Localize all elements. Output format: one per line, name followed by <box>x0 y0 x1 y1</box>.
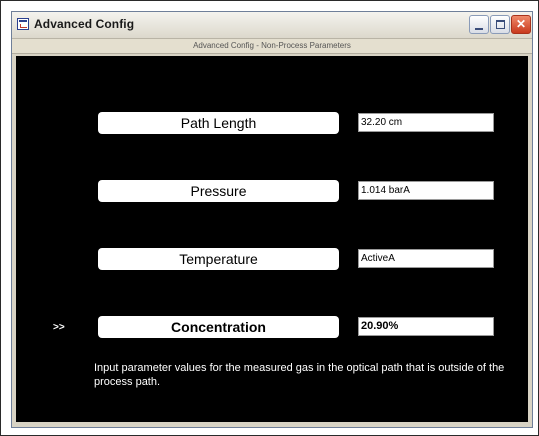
close-icon: ✕ <box>515 17 527 31</box>
title-bar[interactable]: Advanced Config ✕ <box>12 12 532 39</box>
pressure-field[interactable]: 1.014 barA <box>358 181 494 200</box>
concentration-button[interactable]: Concentration <box>98 316 339 338</box>
help-text: Input parameter values for the measured … <box>94 362 505 388</box>
section-header: Advanced Config - Non-Process Parameters <box>12 39 532 54</box>
close-button[interactable]: ✕ <box>511 15 531 34</box>
app-icon <box>17 18 29 30</box>
concentration-field[interactable]: 20.90% <box>358 317 494 336</box>
maximize-icon <box>496 20 505 29</box>
temperature-button[interactable]: Temperature <box>98 248 339 270</box>
parameters-panel: Path Length 32.20 cm Pressure 1.014 barA… <box>16 56 528 422</box>
advanced-config-window: Advanced Config ✕ Advanced Config - Non-… <box>11 11 533 428</box>
minimize-button[interactable] <box>469 15 489 34</box>
temperature-field[interactable]: ActiveA <box>358 249 494 268</box>
screenshot-frame: Advanced Config ✕ Advanced Config - Non-… <box>0 0 539 436</box>
pressure-button[interactable]: Pressure <box>98 180 339 202</box>
path-length-field[interactable]: 32.20 cm <box>358 113 494 132</box>
selection-marker: >> <box>53 322 65 333</box>
path-length-button[interactable]: Path Length <box>98 112 339 134</box>
window-title: Advanced Config <box>34 17 135 31</box>
maximize-button[interactable] <box>490 15 510 34</box>
minimize-icon <box>475 28 483 30</box>
